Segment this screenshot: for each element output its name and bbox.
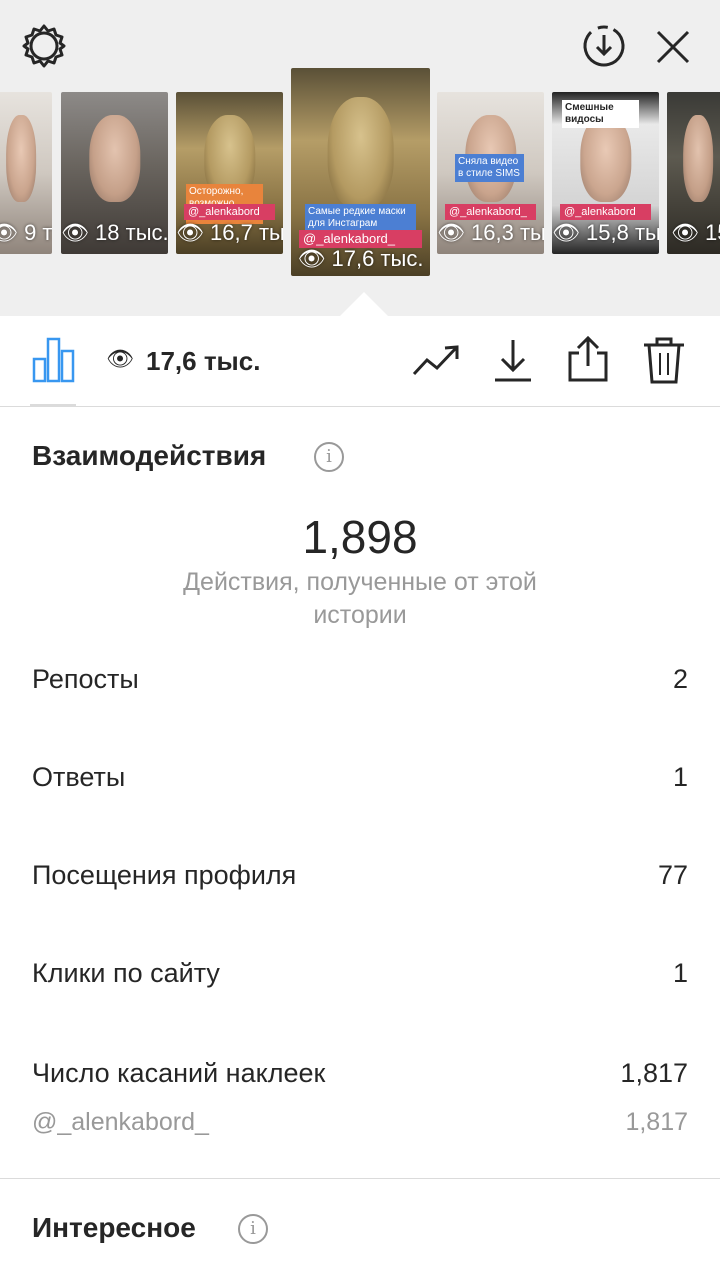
story-thumbnail[interactable]: 👁 15	[667, 92, 720, 254]
story-mention-tag: @_alenkabord_	[445, 204, 536, 220]
info-icon[interactable]: i	[238, 1214, 268, 1244]
stat-label: @_alenkabord_	[32, 1108, 209, 1136]
download-icon[interactable]	[490, 336, 536, 384]
stat-label: Ответы	[32, 762, 126, 792]
story-views-label: 👁 17,6 тыс.	[297, 246, 424, 271]
story-preview-image	[6, 114, 36, 203]
story-views-label: 👁 9 тыс.	[0, 220, 52, 246]
story-views-label: 👁 18 тыс.	[61, 220, 168, 245]
stat-value: 1,817	[620, 1058, 688, 1088]
story-thumbnail[interactable]: 👁 18 тыс.	[61, 92, 168, 254]
story-preview-image	[327, 97, 394, 210]
insights-toolbar: 👁 17,6 тыс.	[0, 316, 720, 406]
story-thumbnail[interactable]: Осторожно, возможно залипание @_alenkabo…	[176, 92, 283, 254]
story-carousel-area: 👁 9 тыс. 👁 18 тыс. Осторожно, возможно з…	[0, 0, 720, 316]
section-divider	[0, 1178, 720, 1179]
stat-label: Репосты	[32, 664, 139, 694]
stat-label: Клики по сайту	[32, 958, 220, 988]
stat-row-replies: Ответы 1	[32, 762, 688, 802]
trash-icon[interactable]	[640, 334, 688, 386]
stat-value: 77	[657, 860, 688, 890]
stat-value: 1	[672, 958, 688, 988]
download-circle-icon[interactable]	[580, 22, 628, 70]
eye-icon: 👁	[0, 220, 18, 245]
trending-icon[interactable]	[410, 340, 462, 380]
toolbar-views-count: 17,6 тыс.	[146, 346, 261, 376]
story-mention-tag: @_alenkabord	[560, 204, 651, 220]
close-icon[interactable]	[650, 24, 696, 70]
bar-chart-icon[interactable]	[30, 334, 78, 384]
story-views-label: 👁 16,7 тыс.	[176, 220, 283, 245]
stat-value: 1	[672, 762, 688, 792]
story-caption: Смешные видосы	[562, 100, 639, 128]
settings-gear-icon[interactable]	[18, 20, 70, 72]
selected-story-pointer	[340, 292, 388, 316]
interactions-total-caption: Действия, полученные от этой истории	[183, 568, 537, 629]
story-preview-image	[88, 114, 141, 203]
story-thumbnail[interactable]: Сняла видео в стиле SIMS @_alenkabord_ 👁…	[437, 92, 544, 254]
story-thumbnail[interactable]: 👁 9 тыс.	[0, 92, 52, 254]
eye-icon: 👁	[106, 346, 134, 371]
info-icon[interactable]: i	[314, 442, 344, 472]
stat-row-website-clicks: Клики по сайту 1	[32, 958, 688, 998]
story-caption: Самые редкие маски для Инстаграм	[305, 204, 416, 232]
stat-value: 2	[672, 664, 688, 694]
interactions-title: Взаимодействия	[32, 440, 267, 471]
story-views-label: 👁 16,3 тыс.	[437, 220, 544, 245]
story-preview-image	[683, 114, 713, 203]
stat-label: Число касаний наклеек	[32, 1058, 326, 1088]
stat-row-profile-visits: Посещения профиля 77	[32, 860, 688, 900]
stat-row-sticker-mention: @_alenkabord_ 1,817	[32, 1108, 688, 1148]
toolbar-divider	[0, 406, 720, 407]
story-views-label: 👁 15,8 тыс.	[552, 220, 659, 245]
story-views-label: 👁 15	[671, 220, 720, 245]
stat-row-sticker-taps: Число касаний наклеек 1,817	[32, 1058, 688, 1098]
story-thumbnail-selected[interactable]: Самые редкие маски для Инстаграм @_alenk…	[291, 68, 430, 276]
story-caption: Сняла видео в стиле SIMS	[455, 154, 524, 182]
stat-row-reposts: Репосты 2	[32, 664, 688, 704]
stat-value: 1,817	[625, 1108, 688, 1136]
stat-label: Посещения профиля	[32, 860, 297, 890]
interactions-total: 1,898	[302, 511, 418, 563]
story-mention-tag: @_alenkabord	[184, 204, 275, 220]
story-thumbnail[interactable]: Смешные видосы @_alenkabord 👁 15,8 тыс.	[552, 92, 659, 254]
share-icon[interactable]	[564, 334, 612, 384]
discovery-title: Интересное	[32, 1212, 196, 1243]
